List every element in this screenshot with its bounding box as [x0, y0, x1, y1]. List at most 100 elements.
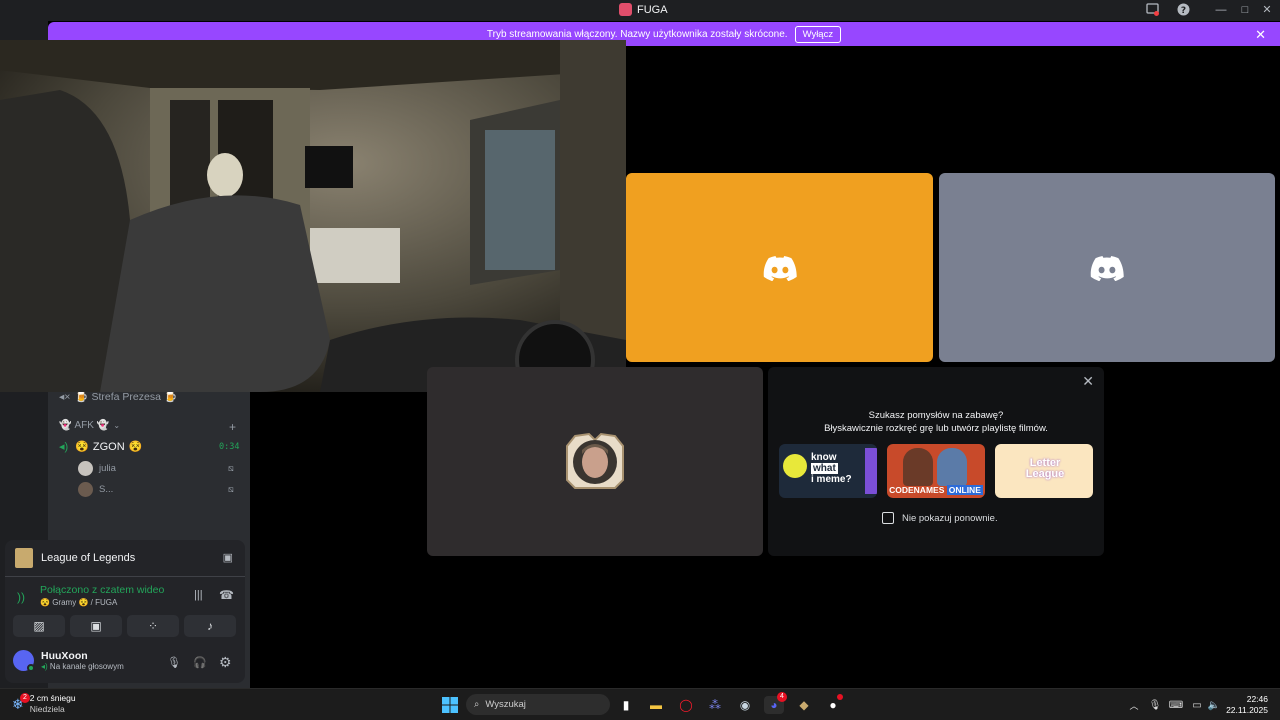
camera-off-icon: ▨ — [33, 619, 45, 633]
video-tile[interactable] — [626, 173, 933, 362]
banner-text: Tryb streamowania włączony. Nazwy użytko… — [486, 28, 788, 40]
chevron-down-icon: ⌄ — [113, 421, 121, 430]
close-icon[interactable]: ✕ — [1082, 373, 1094, 390]
character-art — [937, 448, 967, 486]
activities-icon: ⁘ — [147, 619, 159, 633]
dont-show-again[interactable]: Nie pokazuj ponownie. — [882, 512, 998, 524]
opera-icon[interactable]: ◯ — [676, 696, 696, 714]
voice-status[interactable]: Połączono z czatem wideo — [40, 584, 164, 596]
card-accent — [865, 448, 877, 494]
windows-start-icon[interactable] — [440, 696, 460, 714]
video-tile[interactable] — [939, 173, 1275, 362]
microphone-icon[interactable]: 🎙 — [167, 656, 181, 669]
disconnect-icon[interactable]: ☎ — [219, 588, 234, 602]
disable-streamer-mode-button[interactable]: Wyłącz — [794, 25, 842, 43]
league-of-legends-icon — [15, 548, 33, 568]
add-channel-icon[interactable]: + — [229, 420, 236, 434]
speaker-icon: ◂) — [59, 441, 69, 453]
character-art — [903, 448, 933, 486]
weather-widget[interactable]: ❄ 2 2 cm śniegu Niedziela — [12, 692, 76, 715]
deafened-icon: ⧅ — [228, 463, 234, 473]
channel-name: ZGON — [92, 440, 125, 453]
user-status: Na kanale głosowym — [49, 662, 124, 671]
deafened-icon: ⧅ — [228, 484, 234, 494]
window-title: FUGA — [619, 3, 668, 16]
noise-suppression-icon[interactable]: ||| — [194, 589, 203, 601]
settings-gear-icon[interactable]: ⚙ — [219, 654, 232, 671]
server-icon — [619, 3, 632, 16]
voice-user[interactable]: S... — [78, 482, 113, 497]
clock[interactable]: 22:46 22.11.2025 — [1226, 694, 1268, 716]
headphones-icon[interactable]: 🎧 — [193, 656, 207, 669]
steam-icon[interactable]: ◉ — [735, 696, 755, 714]
voice-user[interactable]: julia — [78, 461, 116, 476]
snow-weather-icon: ❄ 2 — [12, 692, 30, 713]
github-icon[interactable]: ● — [823, 694, 843, 714]
voice-user-name: S... — [99, 484, 114, 495]
discord-logo-icon — [763, 255, 797, 281]
search-placeholder: Wyszukaj — [485, 699, 526, 710]
search-icon: ⌕ — [474, 699, 480, 710]
teams-icon[interactable]: ⁂ — [705, 696, 725, 714]
category-afk[interactable]: 👻 AFK 👻 ⌄ — [59, 420, 120, 431]
svg-text:?: ? — [1180, 6, 1185, 16]
card-text: i meme? — [811, 474, 852, 485]
face-icon: 😵 — [40, 598, 50, 607]
discord-logo-icon: ◕ — [770, 698, 778, 712]
checkbox[interactable] — [882, 512, 894, 524]
game-activity[interactable]: League of Legends — [15, 548, 135, 568]
camera-off-button[interactable]: ▨ — [13, 615, 65, 637]
face-icon: 😵 — [75, 441, 89, 453]
notification-dot — [837, 694, 843, 700]
video-tile[interactable] — [427, 367, 763, 556]
file-icon[interactable]: ▮ — [616, 696, 636, 714]
face-icon: 😵 — [128, 441, 143, 453]
league-of-legends-icon[interactable]: ◆ — [794, 696, 814, 714]
minimize-icon[interactable]: — — [1214, 3, 1228, 17]
card-text: CODENAMES — [889, 485, 945, 495]
divider — [5, 576, 245, 577]
activity-card-codenames[interactable]: CODENAMES ONLINE — [887, 444, 985, 498]
soundboard-button[interactable]: ♪ — [184, 615, 236, 637]
meme-logo-icon — [783, 454, 807, 478]
volume-icon[interactable]: 🔈 — [1204, 696, 1224, 714]
screen-share-icon: ▣ — [90, 619, 102, 633]
online-status-icon — [27, 664, 35, 672]
inbox-icon[interactable] — [1145, 3, 1159, 17]
file-explorer-icon[interactable]: ▬ — [646, 696, 666, 714]
close-icon[interactable]: ✕ — [1255, 27, 1266, 43]
screen-share-icon[interactable]: ▣ — [223, 551, 233, 564]
voice-channel[interactable]: 😵 Gramy 😵 / FUGA — [40, 598, 164, 607]
camera-feed[interactable] — [0, 40, 626, 392]
activity-card-know-what-i-meme[interactable]: know what i meme? — [779, 444, 877, 498]
ghost-icon: 👻 — [96, 420, 110, 431]
keyboard-icon[interactable]: ⌨ — [1166, 696, 1186, 714]
username: HuuXoon — [41, 650, 88, 662]
speaker-icon: ◂) — [41, 662, 48, 671]
windows-taskbar: ❄ 2 2 cm śniegu Niedziela ⌕ Wyszukaj ▮ ▬ … — [0, 688, 1280, 720]
activity-card-letter-league[interactable]: Letter League — [995, 444, 1093, 498]
taskbar-search[interactable]: ⌕ Wyszukaj — [466, 694, 610, 715]
clock-date: 22.11.2025 — [1226, 705, 1268, 715]
ghost-icon: 👻 — [59, 420, 72, 431]
avatar — [78, 461, 93, 476]
discord-taskbar-icon[interactable]: ◕ 4 — [764, 692, 787, 714]
share-screen-button[interactable]: ▣ — [70, 615, 122, 637]
user-panel[interactable]: HuuXoon ◂) Na kanale głosowym — [13, 650, 124, 672]
activities-button[interactable]: ⁘ — [127, 615, 179, 637]
weather-day: Niedziela — [29, 704, 65, 714]
signal-icon: )) — [17, 590, 25, 604]
close-icon[interactable]: ✕ — [1260, 3, 1274, 17]
avatar — [13, 650, 35, 672]
channel-zgon[interactable]: ◂) 😵 ZGON 😵 — [59, 440, 143, 454]
avatar — [566, 432, 624, 489]
card-text: ONLINE — [946, 485, 983, 495]
chevron-up-icon[interactable]: ︿ — [1124, 696, 1144, 714]
voice-channel-prefix: Gramy — [52, 598, 77, 607]
voice-channel-suffix: / FUGA — [90, 598, 118, 607]
maximize-icon[interactable]: □ — [1238, 3, 1252, 17]
microphone-icon[interactable]: 🎙 — [1145, 696, 1165, 714]
face-icon: 😵 — [78, 598, 89, 607]
help-icon[interactable]: ? — [1176, 3, 1190, 17]
channel-name: Strefa Prezesa — [91, 390, 161, 403]
